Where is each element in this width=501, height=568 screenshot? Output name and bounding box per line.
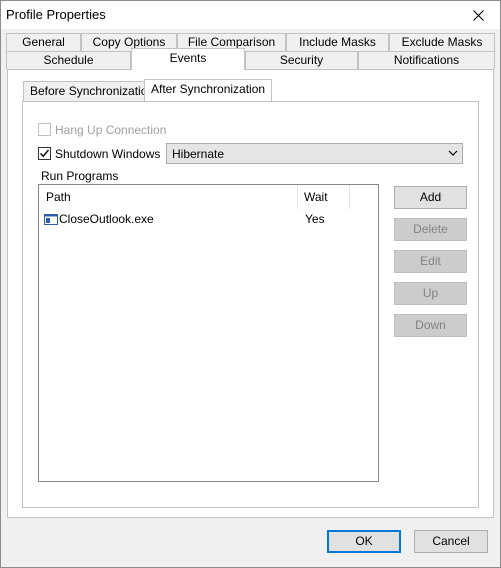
column-separator [349,185,350,209]
window-title: Profile Properties [6,7,106,22]
tab-exclude-masks[interactable]: Exclude Masks [389,33,495,51]
add-button[interactable]: Add [394,186,467,209]
close-icon [472,9,484,21]
run-programs-list[interactable]: Path Wait CloseOutlook.exe Yes [38,184,379,482]
checkmark-icon [40,149,50,158]
run-programs-label: Run Programs [41,169,119,183]
tab-label: Schedule [43,53,94,67]
tab-label: Copy Options [92,35,166,49]
tab-before-synchronization[interactable]: Before Synchronization [23,81,162,101]
title-bar: Profile Properties [1,1,500,29]
program-window-icon [44,214,58,225]
tab-label: After Synchronization [151,82,266,96]
shutdown-label: Shutdown Windows [55,147,161,161]
table-row[interactable]: CloseOutlook.exe Yes [39,211,378,228]
tab-general[interactable]: General [6,33,81,51]
shutdown-mode-value: Hibernate [172,147,225,161]
list-header: Path Wait [39,185,378,209]
tab-label: Security [279,53,324,67]
hang-up-label: Hang Up Connection [55,123,167,137]
tab-notifications[interactable]: Notifications [358,51,495,69]
tab-label: File Comparison [187,35,276,49]
up-button[interactable]: Up [394,282,467,305]
ok-button[interactable]: OK [327,530,401,553]
cancel-button[interactable]: Cancel [414,530,488,553]
profile-properties-dialog: Profile Properties General Copy Options … [0,0,501,568]
row-path: CloseOutlook.exe [59,212,154,226]
row-wait: Yes [305,212,325,226]
down-button[interactable]: Down [394,314,467,337]
column-header-wait[interactable]: Wait [297,185,349,209]
tab-label: Notifications [393,53,460,67]
tab-events[interactable]: Events [131,48,245,70]
tab-label: General [22,35,65,49]
tab-after-synchronization[interactable]: After Synchronization [144,79,273,101]
tab-label: Before Synchronization [30,84,155,98]
close-button[interactable] [456,1,500,29]
shutdown-mode-select[interactable]: Hibernate [166,143,463,164]
tab-label: Events [169,51,207,65]
tab-label: Include Masks [299,35,376,49]
tab-schedule[interactable]: Schedule [6,51,131,69]
column-header-path[interactable]: Path [39,185,297,209]
tab-label: Exclude Masks [401,35,483,49]
chevron-down-icon [448,150,458,156]
shutdown-checkbox[interactable] [38,147,51,160]
tab-include-masks[interactable]: Include Masks [286,33,389,51]
hang-up-checkbox[interactable] [38,123,51,136]
delete-button[interactable]: Delete [394,218,467,241]
edit-button[interactable]: Edit [394,250,467,273]
tab-security[interactable]: Security [245,51,358,69]
